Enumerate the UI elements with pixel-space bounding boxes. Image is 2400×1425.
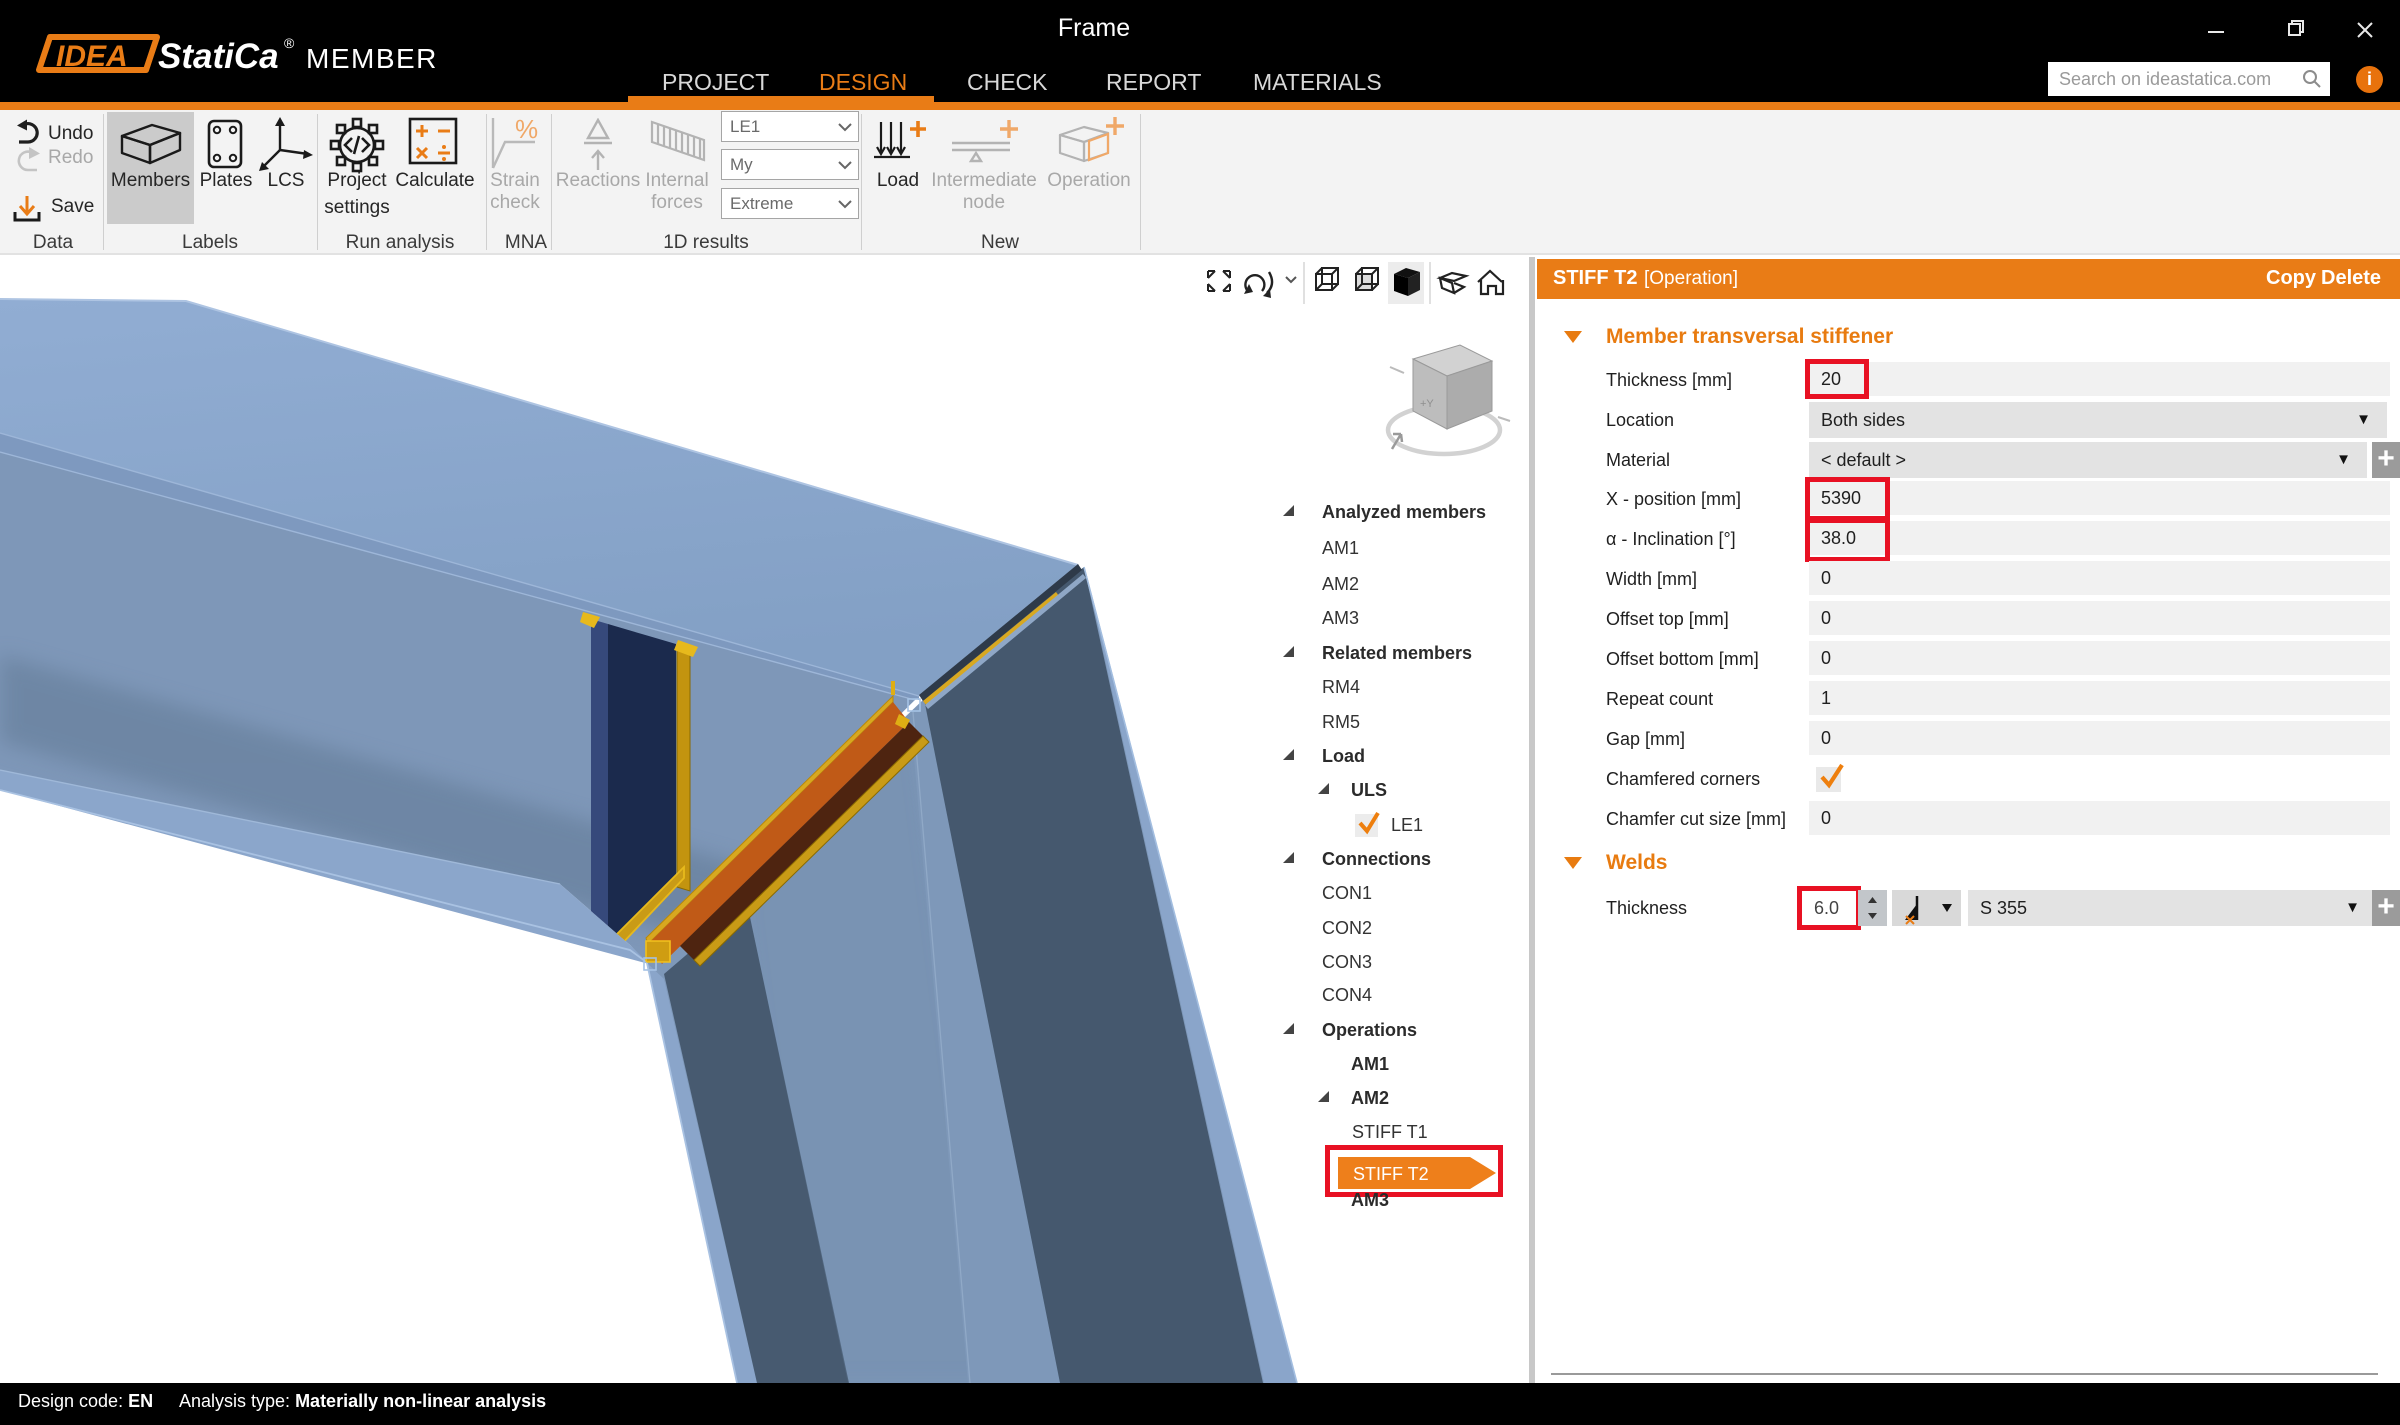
svg-text:STIFF T2: STIFF T2 (1353, 1164, 1429, 1184)
svg-text:%: % (515, 116, 538, 144)
